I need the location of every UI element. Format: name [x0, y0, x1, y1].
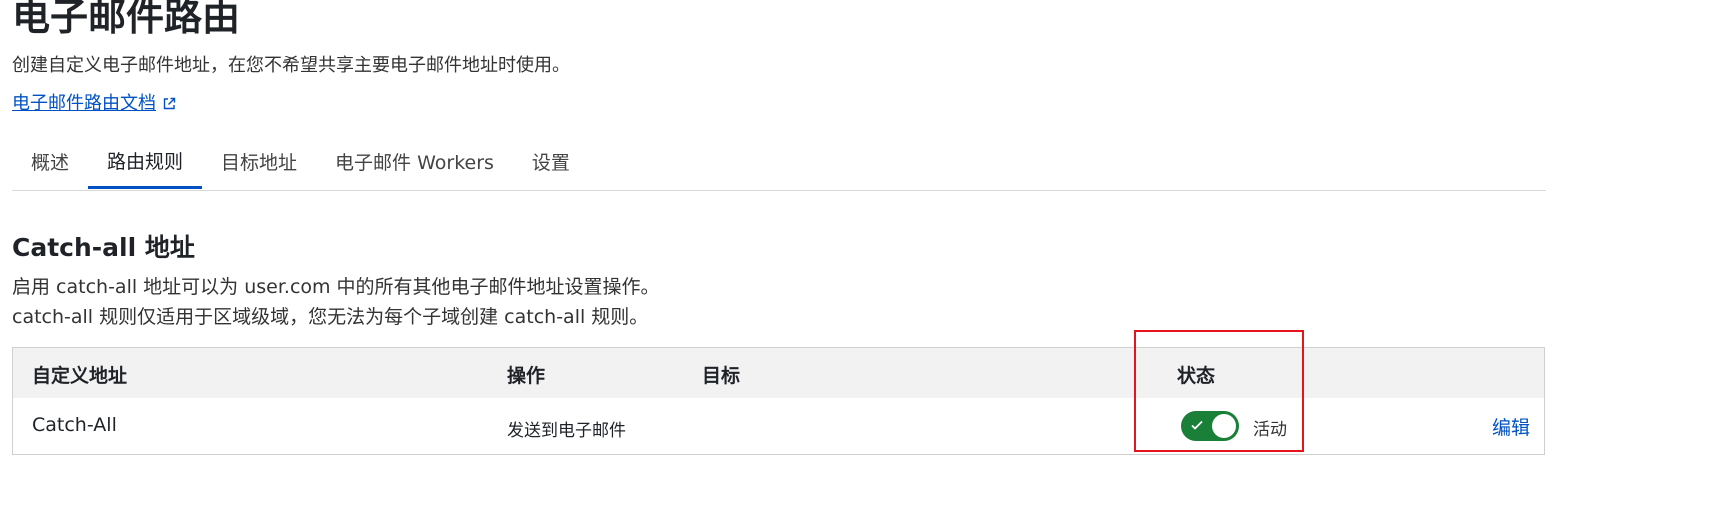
table-header: 自定义地址 操作 目标 状态 — [13, 348, 1544, 398]
catch-all-description-line2: catch-all 规则仅适用于区域级域，您无法为每个子域创建 catch-al… — [12, 306, 649, 328]
tab-settings[interactable]: 设置 — [513, 134, 589, 189]
page-description: 创建自定义电子邮件地址，在您不希望共享主要电子邮件地址时使用。 — [12, 55, 570, 76]
email-routing-page: 电子邮件路由 创建自定义电子邮件地址，在您不希望共享主要电子邮件地址时使用。 电… — [0, 0, 1722, 523]
toggle-knob — [1212, 414, 1236, 438]
page-title: 电子邮件路由 — [12, 0, 241, 39]
external-link-icon — [162, 95, 176, 110]
tab-overview[interactable]: 概述 — [12, 134, 88, 189]
tab-routing-rules[interactable]: 路由规则 — [88, 134, 203, 189]
header-destination: 目标 — [702, 365, 741, 387]
docs-link-label: 电子邮件路由文档 — [12, 93, 156, 114]
header-action: 操作 — [507, 365, 546, 387]
cell-custom-address: Catch-All — [32, 414, 117, 436]
check-icon — [1189, 417, 1205, 433]
edit-link[interactable]: 编辑 — [1492, 413, 1530, 440]
tab-bar: 概述 路由规则 目标地址 电子邮件 Workers 设置 — [12, 134, 1546, 191]
email-routing-docs-link[interactable]: 电子邮件路由文档 — [12, 89, 176, 115]
catch-all-status-toggle[interactable] — [1181, 411, 1239, 441]
cell-action: 发送到电子邮件 — [507, 421, 626, 441]
header-custom-address: 自定义地址 — [32, 365, 128, 387]
status-label: 活动 — [1253, 420, 1287, 440]
tab-destination-addresses[interactable]: 目标地址 — [202, 134, 316, 189]
tab-email-workers[interactable]: 电子邮件 Workers — [316, 134, 513, 189]
table-row: Catch-All 发送到电子邮件 活动 编辑 — [13, 398, 1544, 454]
header-status: 状态 — [1177, 365, 1216, 387]
catch-all-table: 自定义地址 操作 目标 状态 Catch-All 发送到电子邮件 活动 编辑 — [12, 347, 1545, 455]
catch-all-section-title: Catch-all 地址 — [12, 233, 195, 262]
catch-all-description-line1: 启用 catch-all 地址可以为 user.com 中的所有其他电子邮件地址… — [12, 276, 660, 298]
